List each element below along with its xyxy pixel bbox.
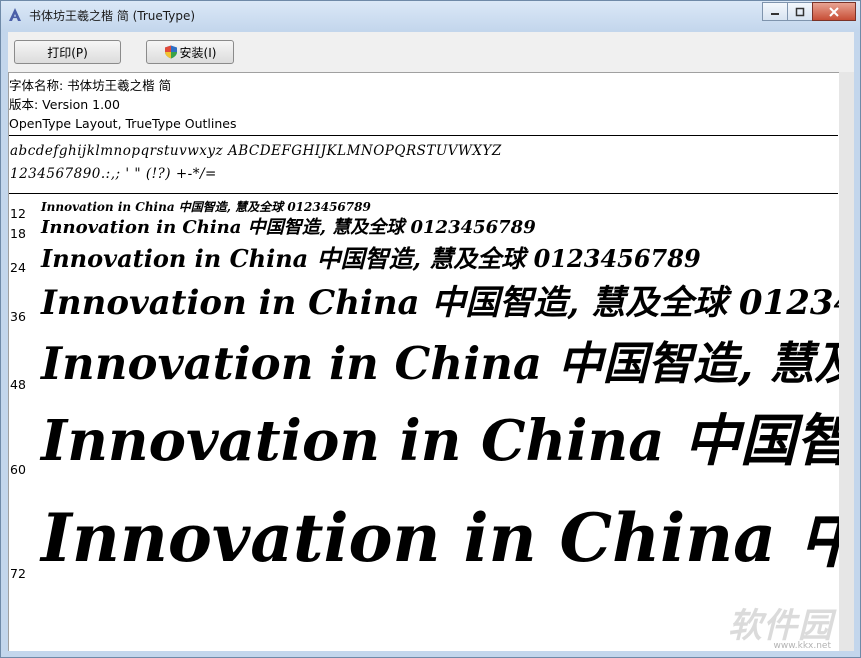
- watermark: 软件园: [728, 606, 833, 646]
- font-version-line: 版本: Version 1.00: [9, 97, 120, 112]
- sample-text-18: Innovation in China 中国智造, 慧及全球 012345678…: [41, 217, 536, 238]
- close-icon: [829, 6, 839, 17]
- vertical-scrollbar[interactable]: [839, 72, 854, 651]
- font-viewer-window: 书体坊王羲之楷 简 (TrueType) 打印(P) 安装(I) 字体名称: 书…: [0, 0, 861, 658]
- font-preview-pane: 字体名称: 书体坊王羲之楷 简 版本: Version 1.00 OpenTyp…: [8, 72, 839, 651]
- size-label: 60: [10, 462, 26, 477]
- font-app-icon: [9, 8, 21, 21]
- minimize-icon: [771, 12, 779, 15]
- maximize-icon: [795, 7, 805, 16]
- size-label: 36: [10, 309, 26, 324]
- install-button-label: 安装(I): [179, 45, 217, 60]
- print-button[interactable]: 打印(P): [14, 40, 121, 64]
- sample-text-24: Innovation in China 中国智造, 慧及全球 012345678…: [41, 244, 701, 273]
- minimize-button[interactable]: [762, 2, 788, 21]
- uac-shield-icon: [164, 45, 177, 59]
- sample-text-60: Innovation in China 中国智造, 慧及全球 012345678…: [41, 408, 839, 474]
- sample-text-12: Innovation in China 中国智造, 慧及全球 012345678…: [41, 200, 371, 214]
- font-tech-line: OpenType Layout, TrueType Outlines: [9, 116, 237, 131]
- sample-text-48: Innovation in China 中国智造, 慧及全球 012345678…: [41, 337, 839, 390]
- size-label: 24: [10, 260, 26, 275]
- charset-symbols: 1234567890.:,; ' " (!?) +-*/=: [10, 166, 217, 182]
- print-button-label: 打印(P): [47, 45, 88, 60]
- size-label: 72: [10, 566, 26, 581]
- caption-buttons: [762, 2, 856, 21]
- watermark-url: www.kkx.net: [773, 641, 832, 651]
- window-title: 书体坊王羲之楷 简 (TrueType): [29, 9, 196, 23]
- size-label: 18: [10, 226, 26, 241]
- font-info: 字体名称: 书体坊王羲之楷 简 版本: Version 1.00 OpenTyp…: [9, 76, 236, 133]
- sample-text-36: Innovation in China 中国智造, 慧及全球 012345678…: [41, 283, 839, 323]
- install-button[interactable]: 安装(I): [146, 40, 234, 64]
- charset-letters: abcdefghijklmnopqrstuvwxyz ABCDEFGHIJKLM…: [10, 143, 502, 159]
- size-label: 48: [10, 377, 26, 392]
- toolbar: 打印(P) 安装(I): [8, 32, 854, 72]
- divider: [9, 135, 838, 136]
- divider: [9, 193, 838, 194]
- sample-text-72: Innovation in China 中国智造, 慧及全球 012345678…: [41, 499, 839, 577]
- font-name-line: 字体名称: 书体坊王羲之楷 简: [9, 78, 172, 93]
- size-label: 12: [10, 206, 26, 221]
- maximize-button[interactable]: [787, 2, 813, 21]
- title-bar[interactable]: 书体坊王羲之楷 简 (TrueType): [1, 1, 860, 31]
- close-button[interactable]: [812, 2, 856, 21]
